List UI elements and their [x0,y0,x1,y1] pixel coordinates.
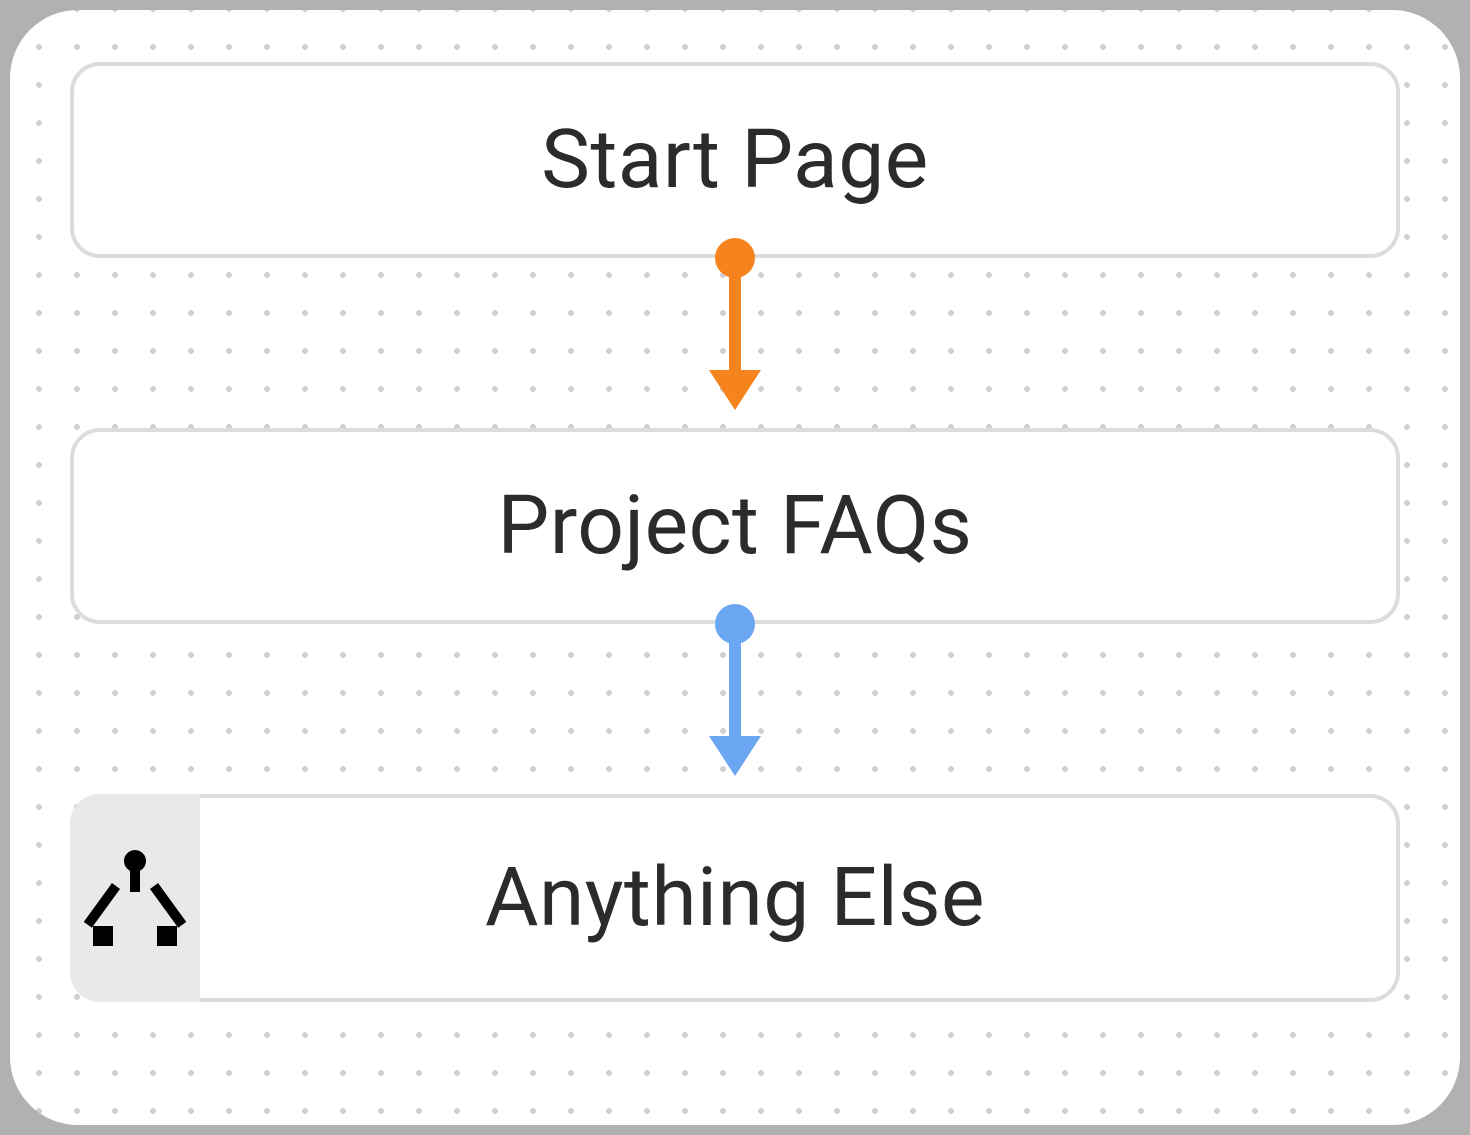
node-anything-else-label: Anything Else [485,850,985,946]
node-project-faqs-label: Project FAQs [498,478,973,574]
node-start-page[interactable]: Start Page [70,62,1400,258]
connector-start-to-middle [10,258,1460,428]
flow-panel: Start Page Project FAQs [10,10,1460,1125]
connector-shaft-icon [729,642,741,742]
connector-shaft-icon [729,276,741,376]
node-icon-slot [70,794,200,1002]
arrow-down-icon [709,370,761,410]
arrow-down-icon [709,736,761,776]
node-anything-else[interactable]: Anything Else [70,794,1400,1002]
node-project-faqs[interactable]: Project FAQs [70,428,1400,624]
flow-content: Start Page Project FAQs [10,10,1460,1125]
connector-middle-to-last [10,624,1460,794]
node-start-page-label: Start Page [541,112,929,208]
hub-icon [93,850,177,946]
